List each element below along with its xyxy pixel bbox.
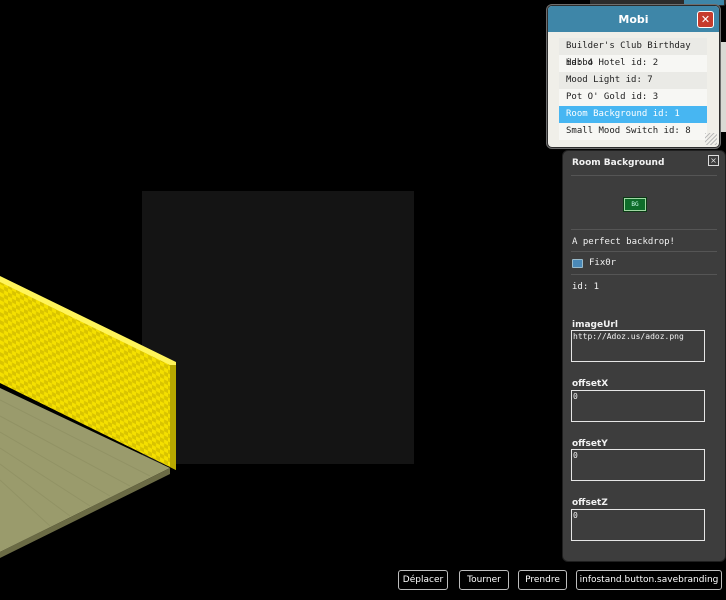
mobi-list-item[interactable]: Room Background id: 1 — [559, 106, 707, 123]
mobi-list-item[interactable]: Builder's Club Birthday id: 4 — [559, 38, 707, 68]
mobi-list: Builder's Club Birthday id: 4Habbo Hotel… — [559, 38, 707, 140]
furni-id: id: 1 — [572, 282, 600, 292]
divider — [571, 251, 717, 252]
divider — [571, 175, 717, 176]
save-branding-button[interactable]: infostand.button.savebranding — [576, 570, 722, 590]
offsety-input[interactable]: 0 — [571, 449, 705, 481]
imageurl-input[interactable]: http://Adoz.us/adoz.png — [571, 330, 705, 362]
resize-grip-icon[interactable] — [705, 133, 717, 145]
mobi-list-item[interactable]: Pot O' Gold id: 3 — [559, 89, 707, 106]
close-icon[interactable]: × — [708, 155, 719, 166]
mobi-list-item[interactable]: Habbo Hotel id: 2 — [559, 55, 707, 72]
imageurl-label: imageUrl — [572, 320, 618, 330]
mobi-list-item[interactable]: Mood Light id: 7 — [559, 72, 707, 89]
offsetx-input[interactable]: 0 — [571, 390, 705, 422]
mobi-window-header[interactable]: Mobi ✕ — [548, 6, 719, 32]
mobi-list-item[interactable]: Small Mood Switch id: 8 — [559, 123, 707, 140]
close-icon[interactable]: ✕ — [697, 11, 714, 28]
room-background-furni-icon: BG — [624, 198, 646, 211]
infostand-panel: Room Background × BG A perfect backdrop!… — [562, 150, 726, 562]
mobi-window: Mobi ✕ Builder's Club Birthday id: 4Habb… — [547, 5, 720, 148]
divider — [571, 274, 717, 275]
furni-description: A perfect backdrop! — [572, 237, 675, 247]
move-button[interactable]: Déplacer — [398, 570, 448, 590]
offsetz-label: offsetZ — [572, 498, 608, 508]
offsety-label: offsetY — [572, 439, 608, 449]
offsetz-input[interactable]: 0 — [571, 509, 705, 541]
window-edge-fragment — [719, 42, 726, 132]
pickup-button[interactable]: Prendre — [518, 570, 567, 590]
mobi-window-title: Mobi — [618, 13, 649, 26]
offsetx-label: offsetX — [572, 379, 609, 389]
divider — [571, 229, 717, 230]
owner-name[interactable]: Fix0r — [589, 258, 616, 268]
room-wall-side — [170, 365, 176, 470]
infostand-title: Room Background — [572, 158, 665, 168]
owner-avatar-icon — [572, 259, 583, 268]
rotate-button[interactable]: Tourner — [459, 570, 509, 590]
